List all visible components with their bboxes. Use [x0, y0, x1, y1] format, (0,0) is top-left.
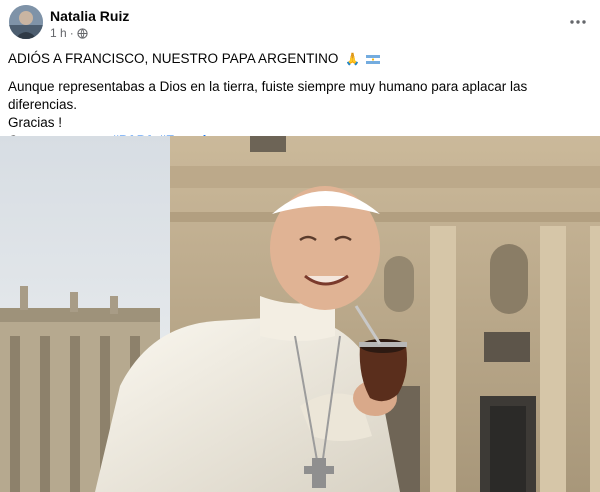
post-body-line: Aunque representabas a Dios en la tierra…	[8, 79, 528, 112]
avatar[interactable]	[9, 5, 43, 39]
praying-hands-icon: 🙏	[345, 52, 361, 66]
globe-icon[interactable]	[77, 27, 88, 39]
post-meta: 1 h ·	[50, 26, 88, 40]
post-thanks: Gracias !	[8, 115, 63, 130]
post-text: ADIÓS A FRANCISCO, NUESTRO PAPA ARGENTIN…	[8, 50, 593, 150]
post-header: Natalia Ruiz 1 h ·	[0, 0, 600, 44]
post-photo[interactable]	[0, 136, 600, 492]
more-options-icon[interactable]	[566, 10, 590, 34]
headline-text: ADIÓS A FRANCISCO, NUESTRO PAPA ARGENTIN…	[8, 51, 339, 66]
photo-illustration	[0, 136, 600, 492]
meta-separator: ·	[69, 26, 74, 40]
post-headline: ADIÓS A FRANCISCO, NUESTRO PAPA ARGENTIN…	[8, 50, 593, 68]
post-time[interactable]: 1 h	[50, 26, 67, 40]
argentina-flag-icon	[365, 51, 380, 64]
facebook-post: Natalia Ruiz 1 h · ADIÓS A FRANCISCO, NU…	[0, 0, 600, 492]
author-name[interactable]: Natalia Ruiz	[50, 8, 129, 24]
